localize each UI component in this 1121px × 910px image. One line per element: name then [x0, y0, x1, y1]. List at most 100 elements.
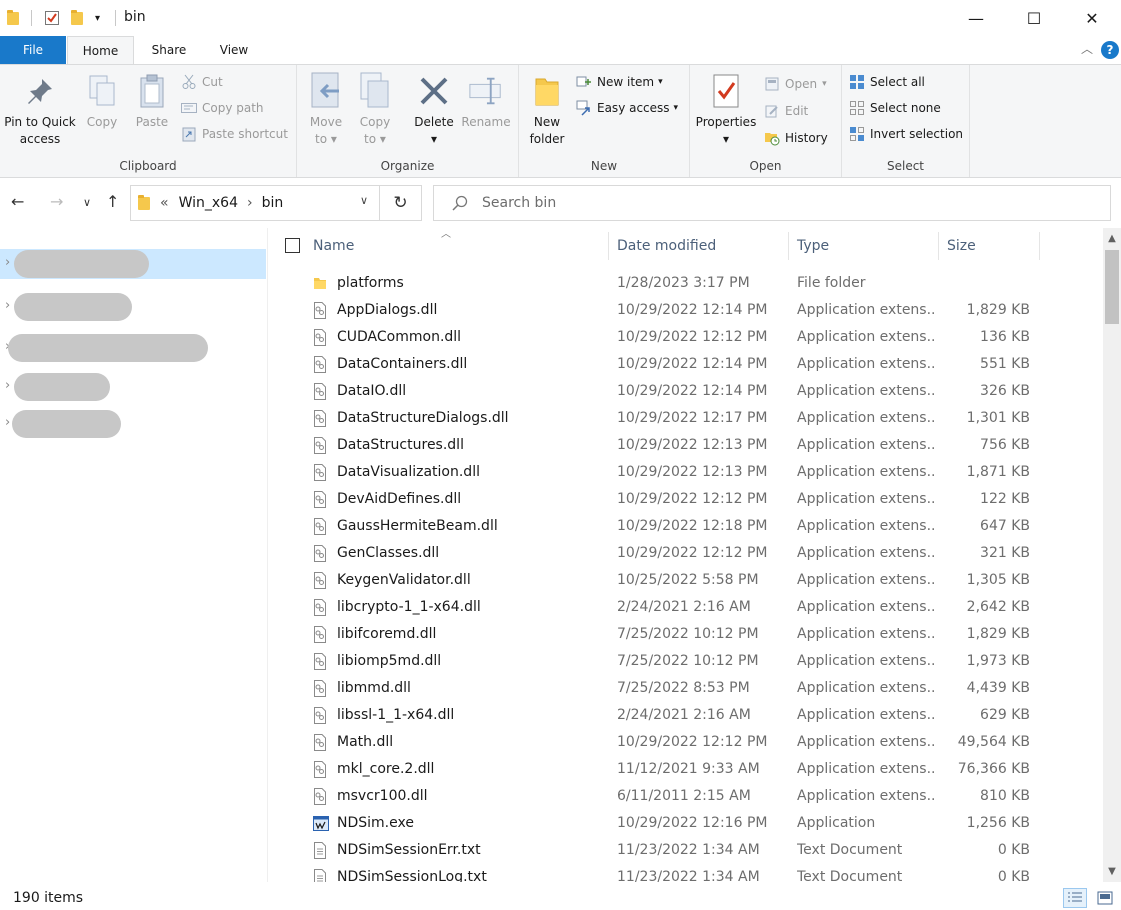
move-to-button[interactable]: Move to ▾: [305, 71, 347, 148]
file-row[interactable]: NDSimSessionErr.txt 11/23/2022 1:34 AM Tex…: [268, 837, 1103, 864]
dll-file-icon: [313, 545, 327, 562]
address-history-chevron-icon[interactable]: ∨: [360, 194, 368, 207]
address-bar[interactable]: « Win_x64 › bin ∨: [130, 185, 380, 221]
file-row[interactable]: GenClasses.dll 10/29/2022 12:12 PM Applica…: [268, 540, 1103, 567]
properties-dropdown-chevron-icon[interactable]: ▾: [694, 131, 758, 148]
tab-share[interactable]: Share: [140, 36, 198, 64]
file-row[interactable]: libmmd.dll 7/25/2022 8:53 PM Application e…: [268, 675, 1103, 702]
file-row[interactable]: DataStructureDialogs.dll 10/29/2022 12:17…: [268, 405, 1103, 432]
breadcrumb-win-x64[interactable]: Win_x64: [179, 195, 238, 211]
select-all-checkbox[interactable]: [285, 238, 300, 253]
nav-item-5[interactable]: ›: [0, 409, 266, 439]
copy-path-button[interactable]: Copy path: [181, 97, 264, 119]
scroll-up-arrow-icon[interactable]: ▲: [1103, 233, 1121, 244]
delete-dropdown-chevron-icon[interactable]: ▾: [411, 131, 457, 148]
details-view-icon[interactable]: [1063, 888, 1087, 908]
back-arrow-icon[interactable]: ←: [11, 192, 24, 211]
expand-chevron-icon[interactable]: ›: [5, 378, 10, 393]
column-divider[interactable]: [1039, 232, 1040, 260]
tab-view[interactable]: View: [206, 36, 262, 64]
file-row[interactable]: NDSim.exe 10/29/2022 12:16 PM Application 1…: [268, 810, 1103, 837]
tab-home[interactable]: Home: [67, 36, 134, 65]
up-arrow-icon[interactable]: ↑: [106, 192, 119, 211]
search-box[interactable]: Search bin: [433, 185, 1111, 221]
file-row[interactable]: DataIO.dll 10/29/2022 12:14 PM Application…: [268, 378, 1103, 405]
file-row[interactable]: CUDACommon.dll 10/29/2022 12:12 PM Applica…: [268, 324, 1103, 351]
column-divider[interactable]: [938, 232, 939, 260]
close-button[interactable]: ✕: [1063, 0, 1121, 36]
column-divider[interactable]: [608, 232, 609, 260]
file-row[interactable]: DataVisualization.dll 10/29/2022 12:13 PM…: [268, 459, 1103, 486]
expand-chevron-icon[interactable]: ›: [5, 415, 10, 430]
properties-check-icon[interactable]: [44, 8, 60, 28]
cut-button[interactable]: Cut: [181, 71, 223, 93]
file-row[interactable]: mkl_core.2.dll 11/12/2021 9:33 AM Applicat…: [268, 756, 1103, 783]
file-row[interactable]: libiomp5md.dll 7/25/2022 10:12 PM Applicat…: [268, 648, 1103, 675]
file-row[interactable]: GaussHermiteBeam.dll 10/29/2022 12:18 PM A…: [268, 513, 1103, 540]
column-header-date-modified[interactable]: Date modified: [617, 228, 787, 264]
nav-item-3[interactable]: ›: [0, 333, 266, 363]
open-button[interactable]: Open ▾: [764, 73, 827, 95]
breadcrumb-separator-chevron-icon[interactable]: ›: [247, 195, 253, 211]
nav-item-1[interactable]: ›: [0, 249, 266, 279]
forward-arrow-icon[interactable]: →: [50, 192, 63, 211]
refresh-icon[interactable]: ↻: [380, 185, 422, 221]
easy-access-button[interactable]: Easy access ▾: [576, 97, 678, 119]
file-row[interactable]: DataStructures.dll 10/29/2022 12:13 PM App…: [268, 432, 1103, 459]
invert-selection-button[interactable]: Invert selection: [849, 123, 963, 145]
minimize-button[interactable]: —: [947, 0, 1005, 36]
file-row[interactable]: libcrypto-1_1-x64.dll 2/24/2021 2:16 AM Ap…: [268, 594, 1103, 621]
nav-item-4[interactable]: ›: [0, 372, 266, 402]
customize-qa-chevron-icon[interactable]: ▾: [95, 8, 100, 28]
file-row[interactable]: DataContainers.dll 10/29/2022 12:14 PM App…: [268, 351, 1103, 378]
paste-shortcut-button[interactable]: Paste shortcut: [181, 123, 288, 145]
copy-path-icon: [181, 100, 197, 116]
file-row[interactable]: libssl-1_1-x64.dll 2/24/2021 2:16 AM Appli…: [268, 702, 1103, 729]
collapse-ribbon-icon[interactable]: ︿: [1081, 40, 1093, 57]
file-row[interactable]: Math.dll 10/29/2022 12:12 PM Application e…: [268, 729, 1103, 756]
file-row[interactable]: platforms 1/28/2023 3:17 PM File folder: [268, 270, 1103, 297]
expand-chevron-icon[interactable]: ›: [5, 298, 10, 313]
file-row[interactable]: AppDialogs.dll 10/29/2022 12:14 PM Applica…: [268, 297, 1103, 324]
nav-item-2[interactable]: ›: [0, 292, 266, 322]
new-item-button[interactable]: New item ▾: [576, 71, 663, 93]
file-row[interactable]: DevAidDefines.dll 10/29/2022 12:12 PM Appl…: [268, 486, 1103, 513]
rename-button[interactable]: Rename: [460, 71, 512, 131]
paste-button[interactable]: Paste: [130, 71, 174, 131]
address-overflow-chevron-icon[interactable]: «: [160, 195, 169, 211]
expand-chevron-icon[interactable]: ›: [5, 255, 10, 270]
select-none-button[interactable]: Select none: [849, 97, 941, 119]
delete-button[interactable]: Delete ▾: [411, 71, 457, 148]
pin-to-quick-access-button[interactable]: Pin to Quick access: [2, 71, 78, 148]
copy-to-button[interactable]: Copy to ▾: [354, 71, 396, 148]
new-folder-qa-icon[interactable]: [71, 8, 83, 28]
column-header-name[interactable]: Name: [313, 228, 603, 264]
maximize-button[interactable]: ☐: [1005, 0, 1063, 36]
copy-button[interactable]: Copy: [82, 71, 122, 131]
file-row[interactable]: msvcr100.dll 6/11/2011 2:15 AM Application…: [268, 783, 1103, 810]
edit-button[interactable]: Edit: [764, 100, 808, 122]
vertical-scrollbar[interactable]: ▲ ▼: [1103, 228, 1121, 882]
file-row[interactable]: NDSimSessionLog.txt 11/23/2022 1:34 AM Tex…: [268, 864, 1103, 882]
new-folder-button[interactable]: New folder: [525, 71, 569, 148]
column-header-size[interactable]: Size: [947, 228, 1037, 264]
file-name: Math.dll: [337, 734, 394, 750]
select-all-button[interactable]: Select all: [849, 71, 925, 93]
column-header-type[interactable]: Type: [797, 228, 937, 264]
navigation-pane[interactable]: › › › › ›: [0, 228, 268, 882]
file-name: DataStructures.dll: [337, 437, 464, 453]
large-icons-view-icon[interactable]: [1093, 888, 1117, 908]
scrollbar-thumb[interactable]: [1105, 250, 1119, 324]
scroll-down-arrow-icon[interactable]: ▼: [1103, 866, 1121, 877]
history-button[interactable]: History: [764, 127, 828, 149]
properties-button[interactable]: Properties ▾: [694, 71, 758, 148]
breadcrumb-bin[interactable]: bin: [262, 195, 284, 211]
file-row[interactable]: KeygenValidator.dll 10/25/2022 5:58 PM App…: [268, 567, 1103, 594]
recent-locations-chevron-icon[interactable]: ∨: [83, 196, 91, 209]
file-row[interactable]: libifcoremd.dll 7/25/2022 10:12 PM Applica…: [268, 621, 1103, 648]
file-list[interactable]: ︿ Name Date modified Type Size platforms…: [268, 228, 1103, 882]
window-title: bin: [124, 9, 146, 25]
column-divider[interactable]: [788, 232, 789, 260]
help-icon[interactable]: ?: [1101, 41, 1119, 59]
tab-file[interactable]: File: [0, 36, 66, 64]
